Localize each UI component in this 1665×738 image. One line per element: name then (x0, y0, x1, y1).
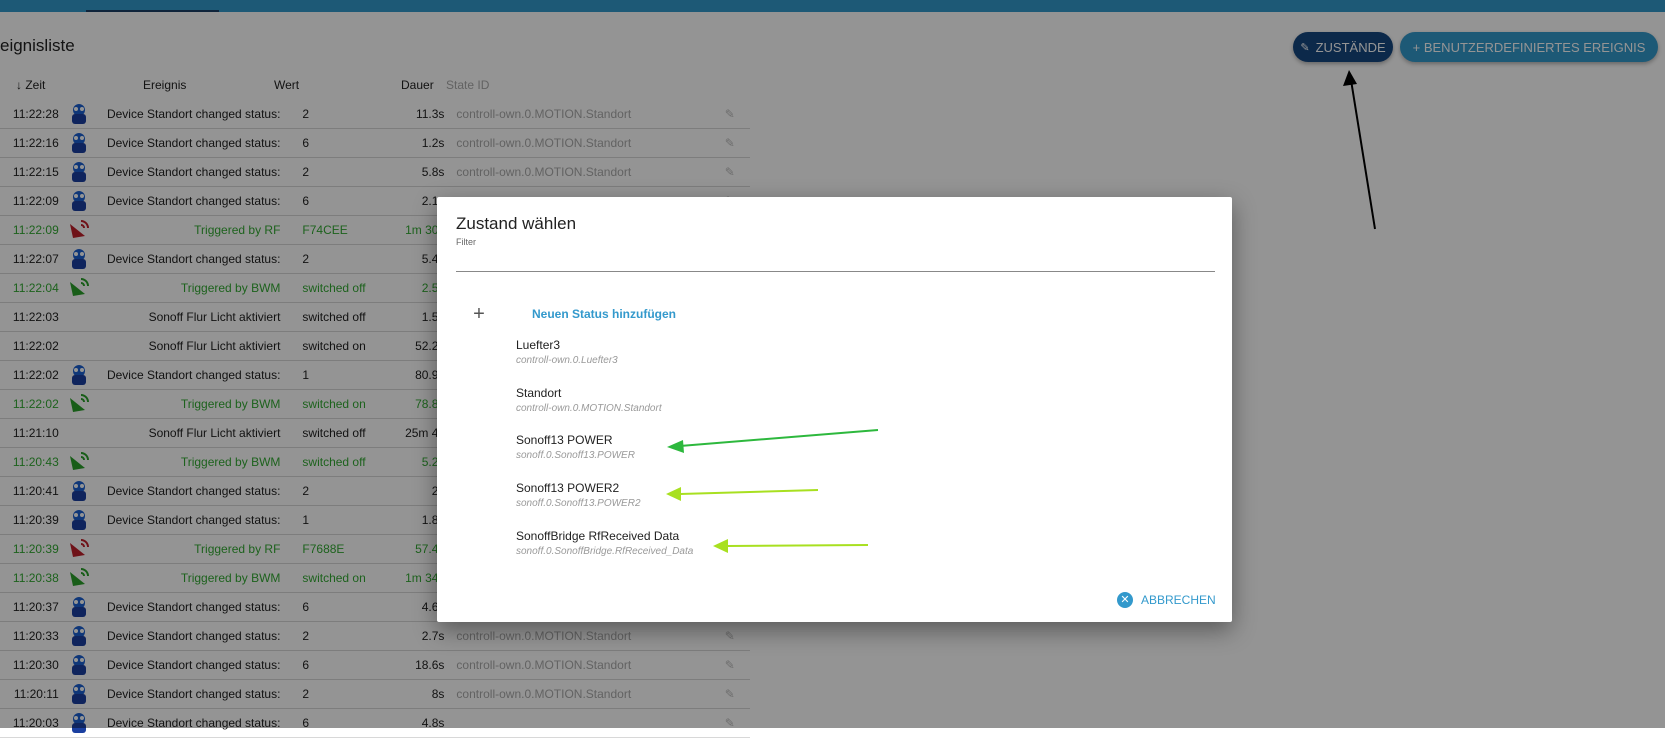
plus-icon: + (473, 303, 485, 325)
state-list-item[interactable]: Sonoff13 POWER sonoff.0.Sonoff13.POWER (516, 433, 916, 461)
state-name: Standort (516, 386, 562, 400)
state-id: sonoff.0.Sonoff13.POWER2 (516, 498, 641, 509)
add-state-item[interactable]: + Neuen Status hinzufügen (471, 304, 971, 324)
state-id: controll-own.0.MOTION.Standort (516, 403, 662, 414)
choose-state-dialog: Zustand wählen Filter + Neuen Status hin… (437, 197, 1232, 622)
filter-label: Filter (456, 237, 476, 247)
dialog-title: Zustand wählen (456, 214, 577, 233)
state-list-item[interactable]: Standort controll-own.0.MOTION.Standort (516, 386, 916, 414)
cancel-button[interactable]: ✕ ABBRECHEN (1117, 592, 1216, 608)
state-name: Sonoff13 POWER2 (516, 481, 620, 495)
close-circle-icon: ✕ (1117, 592, 1133, 608)
state-name: SonoffBridge RfReceived Data (516, 529, 680, 543)
state-id: controll-own.0.Luefter3 (516, 355, 618, 366)
state-list-item[interactable]: Sonoff13 POWER2 sonoff.0.Sonoff13.POWER2 (516, 481, 916, 509)
add-state-label: Neuen Status hinzufügen (532, 307, 676, 321)
state-name: Sonoff13 POWER (516, 433, 613, 447)
state-id: sonoff.0.SonoffBridge.RfReceived_Data (516, 546, 694, 557)
state-name: Luefter3 (516, 338, 561, 352)
state-list-item[interactable]: Luefter3 controll-own.0.Luefter3 (516, 338, 916, 366)
filter-input[interactable] (456, 251, 1215, 272)
state-id: sonoff.0.Sonoff13.POWER (516, 450, 635, 461)
cancel-button-label: ABBRECHEN (1141, 593, 1216, 607)
state-list-item[interactable]: SonoffBridge RfReceived Data sonoff.0.So… (516, 529, 916, 557)
